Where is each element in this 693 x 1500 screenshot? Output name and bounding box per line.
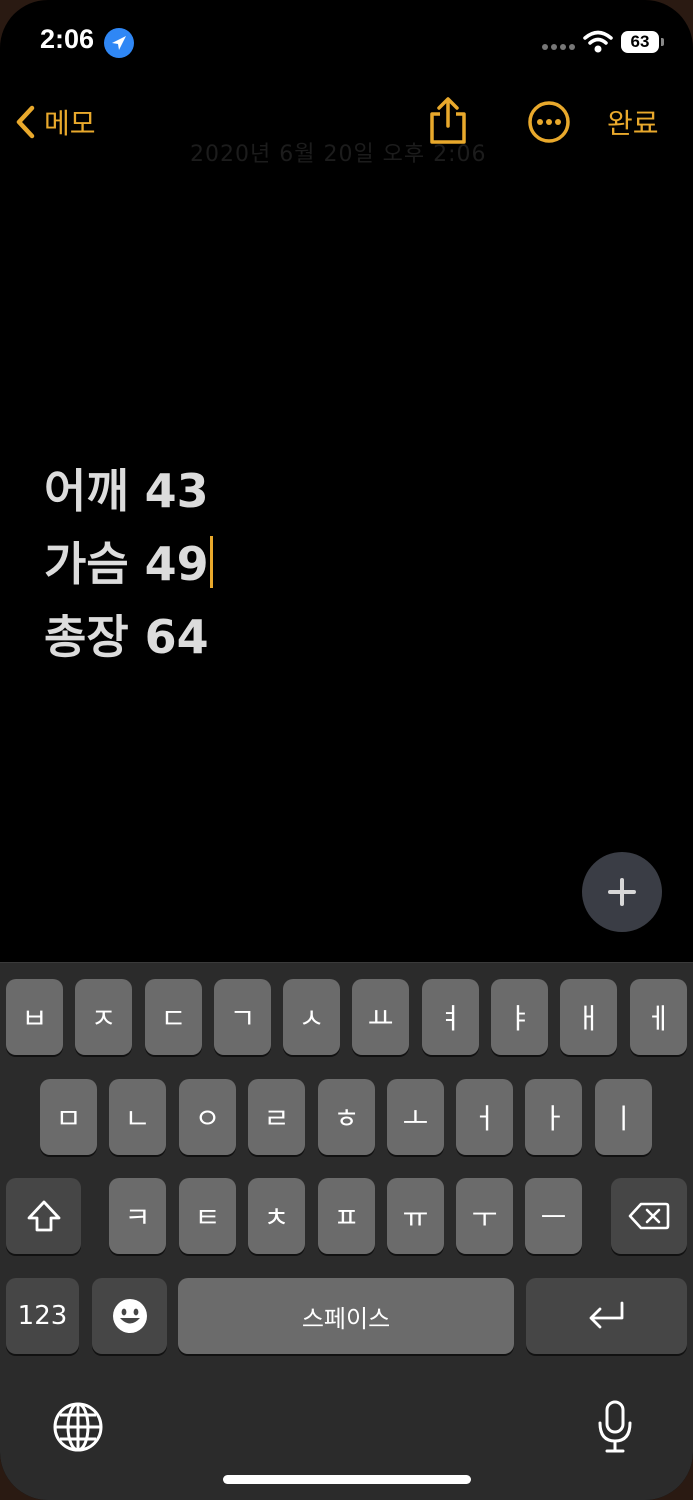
note-text-area[interactable]: 어깨 43 가슴 49 총장 64: [44, 455, 213, 674]
key[interactable]: ㅁ: [40, 1079, 97, 1155]
signal-icon: [542, 44, 576, 52]
key[interactable]: ㅐ: [560, 979, 617, 1055]
key[interactable]: ㅅ: [283, 979, 340, 1055]
text-cursor: [209, 536, 213, 588]
numbers-key[interactable]: 123: [6, 1278, 79, 1354]
space-key[interactable]: 스페이스: [178, 1278, 514, 1354]
battery-indicator: 63: [621, 31, 659, 53]
key[interactable]: ㅎ: [318, 1079, 375, 1155]
share-icon[interactable]: [426, 96, 470, 146]
keyboard: ㅂ ㅈ ㄷ ㄱ ㅅ ㅛ ㅕ ㅑ ㅐ ㅔ ㅁ ㄴ ㅇ ㄹ ㅎ ㅗ ㅓ ㅏ ㅣ ㅋ …: [0, 962, 693, 1500]
return-key[interactable]: [526, 1278, 687, 1354]
battery-tip: [661, 38, 664, 46]
key[interactable]: ㅇ: [179, 1079, 236, 1155]
note-line-with-caret: 가슴 49: [44, 528, 213, 601]
chevron-left-icon: [16, 105, 35, 139]
shift-key[interactable]: [6, 1178, 81, 1254]
key[interactable]: ㅈ: [75, 979, 132, 1055]
notes-screen: 2:06 63 메모 2020년 6월 20일 오후 2:06 완료 어깨 43…: [0, 0, 693, 1500]
back-label: 메모: [44, 107, 96, 140]
backspace-key[interactable]: [611, 1178, 687, 1254]
back-button[interactable]: 메모: [14, 100, 96, 144]
key[interactable]: ㅊ: [248, 1178, 305, 1254]
mic-icon[interactable]: [595, 1399, 635, 1455]
key[interactable]: ㅛ: [352, 979, 409, 1055]
shift-icon: [27, 1200, 60, 1232]
emoji-icon: [112, 1299, 147, 1333]
location-arrow-icon: [104, 28, 134, 58]
key[interactable]: ㅌ: [179, 1178, 236, 1254]
status-time: 2:06: [40, 24, 95, 54]
key[interactable]: ㅑ: [491, 979, 548, 1055]
return-icon: [589, 1301, 623, 1329]
key[interactable]: ㅜ: [456, 1178, 513, 1254]
done-button[interactable]: 완료: [607, 102, 659, 142]
key[interactable]: ㅡ: [525, 1178, 582, 1254]
key[interactable]: ㄷ: [145, 979, 202, 1055]
key[interactable]: ㅂ: [6, 979, 63, 1055]
note-line: 어깨 43: [44, 464, 209, 518]
note-line: 가슴 49: [44, 537, 209, 591]
key[interactable]: ㄹ: [248, 1079, 305, 1155]
key[interactable]: ㅠ: [387, 1178, 444, 1254]
note-line: 총장 64: [44, 610, 209, 664]
key[interactable]: ㅍ: [318, 1178, 375, 1254]
emoji-key[interactable]: [92, 1278, 167, 1354]
status-bar: 2:06 63: [0, 0, 693, 80]
key[interactable]: ㅔ: [630, 979, 687, 1055]
plus-icon[interactable]: [582, 852, 662, 932]
more-icon[interactable]: [527, 100, 571, 144]
backspace-icon: [628, 1202, 670, 1230]
key[interactable]: ㅕ: [422, 979, 479, 1055]
key[interactable]: ㅓ: [456, 1079, 513, 1155]
key[interactable]: ㄴ: [109, 1079, 166, 1155]
globe-icon[interactable]: [52, 1401, 104, 1453]
wifi-icon: [583, 30, 613, 53]
key[interactable]: ㄱ: [214, 979, 271, 1055]
key[interactable]: ㅏ: [525, 1079, 582, 1155]
home-indicator[interactable]: [223, 1475, 471, 1484]
key[interactable]: ㅣ: [595, 1079, 652, 1155]
key[interactable]: ㅋ: [109, 1178, 166, 1254]
key[interactable]: ㅗ: [387, 1079, 444, 1155]
